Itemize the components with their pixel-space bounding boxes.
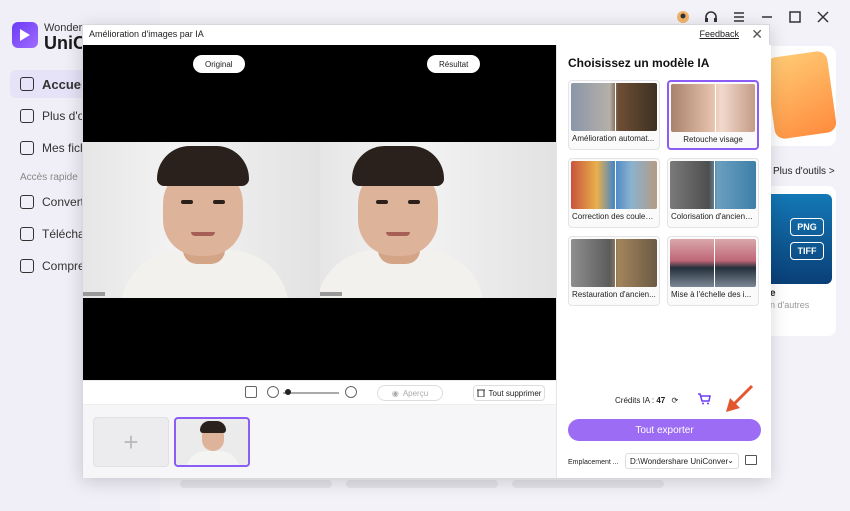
location-value: D:\Wondershare UniConver	[630, 456, 729, 466]
folder-icon[interactable]	[745, 455, 757, 465]
files-icon	[20, 141, 34, 155]
location-select[interactable]: D:\Wondershare UniConver ⌄	[625, 453, 739, 469]
result-label: Résultat	[427, 55, 481, 73]
close-icon[interactable]: ✕	[751, 26, 763, 43]
bottom-card	[512, 480, 664, 488]
original-photo	[83, 142, 320, 298]
bottom-cards	[180, 480, 664, 488]
convert-icon	[20, 195, 34, 209]
model-label: Amélioration automat...	[572, 134, 655, 143]
credits-label: Crédits IA :	[615, 396, 657, 405]
zoom-out-icon[interactable]	[267, 386, 279, 398]
delete-all-label: Tout supprimer	[488, 388, 542, 398]
model-preview	[571, 239, 657, 287]
preview-button[interactable]: ◉ Aperçu	[377, 385, 443, 401]
add-image-button[interactable]: +	[93, 417, 169, 467]
location-label: Emplacement ...	[568, 459, 619, 466]
format-card-subtitle: n d'autres	[770, 300, 810, 310]
zoom-slider[interactable]	[283, 392, 339, 394]
zoom-in-icon[interactable]	[345, 386, 357, 398]
menu-icon[interactable]	[732, 10, 746, 24]
eye-icon: ◉	[391, 388, 399, 398]
model-label: Restauration d'ancien...	[572, 290, 656, 299]
chevron-down-icon: ⌄	[727, 456, 734, 465]
promo-card[interactable]	[760, 46, 836, 146]
maximize-icon[interactable]	[788, 10, 802, 24]
model-auto-enhance[interactable]: Amélioration automat...	[568, 80, 660, 150]
trash-icon	[476, 388, 485, 399]
model-old-photo-restore[interactable]: Restauration d'ancien...	[568, 236, 660, 306]
model-label: Mise à l'échelle des i...	[671, 290, 752, 299]
model-preview	[670, 239, 756, 287]
compress-icon	[20, 259, 34, 273]
export-all-button[interactable]: Tout exporter	[568, 419, 761, 441]
model-face-retouch[interactable]: Retouche visage	[667, 80, 759, 150]
promo-art	[764, 50, 836, 140]
ai-image-enhancer-dialog: Amélioration d'images par IA Feedback ✕ …	[82, 24, 771, 478]
dialog-title: Amélioration d'images par IA	[89, 29, 204, 39]
preview-area: Original Résultat	[83, 45, 556, 380]
toolbox-icon	[20, 109, 34, 123]
headset-icon[interactable]	[704, 10, 718, 24]
feedback-link[interactable]: Feedback	[699, 29, 739, 39]
model-upscale[interactable]: Mise à l'échelle des i...	[667, 236, 759, 306]
model-color-correction[interactable]: Correction des couleurs	[568, 158, 660, 228]
quick-access-title: Accès rapide	[20, 172, 78, 183]
delete-all-button[interactable]: Tout supprimer	[473, 385, 545, 401]
model-preview	[671, 84, 755, 132]
nav-label: Converti	[42, 195, 87, 209]
panel-title: Choisissez un modèle IA	[568, 56, 710, 70]
close-window-icon[interactable]	[816, 10, 830, 24]
format-badge: TIFF	[790, 242, 824, 260]
model-preview	[571, 161, 657, 209]
minimize-icon[interactable]	[760, 10, 774, 24]
app-logo	[12, 22, 38, 48]
model-preview	[670, 161, 756, 209]
preview-button-label: Aperçu	[402, 388, 429, 398]
model-colorize[interactable]: Colorisation d'ancienn...	[667, 158, 759, 228]
model-label: Retouche visage	[683, 135, 743, 144]
model-label: Correction des couleurs	[572, 212, 656, 221]
bottom-card	[346, 480, 498, 488]
model-preview	[571, 83, 657, 131]
fit-screen-icon[interactable]	[245, 386, 257, 398]
image-thumbnail[interactable]	[174, 417, 250, 467]
bottom-card	[180, 480, 332, 488]
refresh-icon[interactable]: ⟳	[672, 396, 679, 405]
model-label: Colorisation d'ancienn...	[671, 212, 755, 221]
more-tools-link[interactable]: Plus d'outils >	[773, 166, 835, 177]
ai-credits: Crédits IA : 47 ⟳	[615, 396, 678, 405]
credits-value: 47	[656, 396, 666, 405]
window-controls	[676, 10, 830, 24]
format-card[interactable]: PNG TIFF e n d'autres	[760, 186, 836, 336]
zoom-slider-handle[interactable]	[285, 389, 291, 395]
format-badge: PNG	[790, 218, 824, 236]
home-icon	[20, 77, 34, 91]
avatar-icon[interactable]	[676, 10, 690, 24]
thumbnail-strip: +	[83, 404, 556, 478]
result-photo	[320, 142, 556, 298]
arrow-annotation-icon	[726, 384, 754, 412]
dialog-header: Amélioration d'images par IA Feedback ✕	[83, 25, 769, 45]
original-label: Original	[193, 55, 245, 73]
preview-toolbar: ◉ Aperçu Tout supprimer	[83, 380, 556, 404]
download-icon	[20, 227, 34, 241]
cart-icon[interactable]	[697, 393, 711, 405]
